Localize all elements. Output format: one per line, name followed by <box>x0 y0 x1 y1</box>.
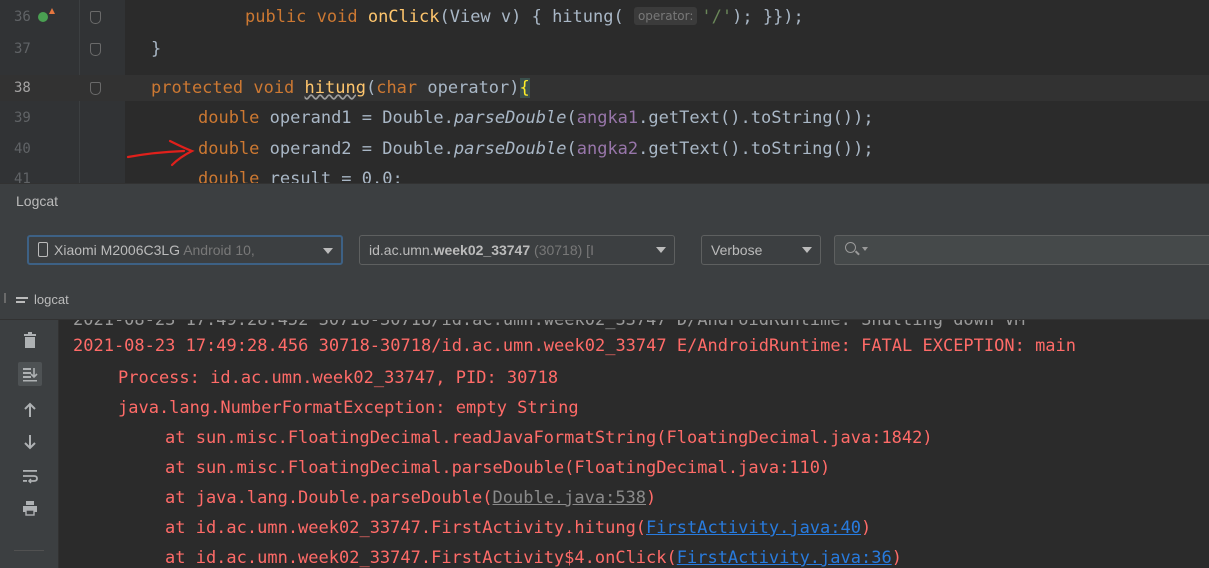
log-level-selector[interactable]: Verbose <box>701 235 821 265</box>
logcat-toolbar: Xiaomi M2006C3LG Android 10, id.ac.umn.w… <box>0 219 1209 281</box>
logcat-search-input[interactable] <box>834 235 1209 265</box>
logcat-title: Logcat <box>16 193 59 209</box>
scroll-to-end-icon[interactable] <box>18 362 42 386</box>
override-arrow-icon <box>49 8 55 14</box>
fold-icon[interactable] <box>90 43 101 56</box>
toolbar-divider <box>14 550 44 551</box>
code-text: protected void hitung(char operator){ <box>151 78 530 98</box>
stacktrace-line: at id.ac.umn.week02_33747.FirstActivity$… <box>165 548 902 568</box>
source-link[interactable]: Double.java:538 <box>493 488 647 508</box>
stacktrace-line: at java.lang.Double.parseDouble(Double.j… <box>165 488 657 508</box>
line-number: 40 <box>14 141 31 157</box>
parameter-hint: operator: <box>633 7 698 25</box>
stacktrace-line: at sun.misc.FloatingDecimal.parseDouble(… <box>165 458 831 478</box>
line-number: 38 <box>14 80 31 96</box>
chevron-down-icon <box>656 247 666 253</box>
soft-wrap-icon[interactable] <box>20 466 40 486</box>
line-number: 37 <box>14 41 31 57</box>
logcat-tab[interactable]: logcat <box>34 292 69 307</box>
code-text: double result = 0.0; <box>198 169 403 183</box>
override-icon[interactable] <box>38 12 48 22</box>
search-history-caret-icon[interactable] <box>862 247 868 251</box>
code-text: double operand2 = Double.parseDouble(ang… <box>198 139 874 159</box>
stacktrace-line: at id.ac.umn.week02_33747.FirstActivity.… <box>165 518 872 538</box>
log-line: 2021-08-23 17:49:28.452 30718-30718/id.a… <box>73 320 1025 330</box>
up-arrow-icon[interactable] <box>20 400 40 420</box>
stacktrace-line: at sun.misc.FloatingDecimal.readJavaForm… <box>165 428 933 448</box>
process-selector[interactable]: id.ac.umn.week02_33747 (30718) [I <box>359 235 675 265</box>
trash-icon[interactable] <box>20 330 40 350</box>
log-line-fatal: 2021-08-23 17:49:28.456 30718-30718/id.a… <box>73 336 1077 356</box>
logcat-tab-bar: logcat <box>0 281 1209 320</box>
line-number: 39 <box>14 110 31 126</box>
print-icon[interactable] <box>20 498 40 518</box>
code-line-41[interactable]: 41 double result = 0.0; <box>0 166 1209 183</box>
fold-icon[interactable] <box>90 82 101 95</box>
logcat-output[interactable]: 2021-08-23 17:49:28.452 30718-30718/id.a… <box>59 320 1209 568</box>
chevron-down-icon <box>323 248 333 254</box>
down-arrow-icon[interactable] <box>20 432 40 452</box>
red-arrow-annotation <box>126 139 195 167</box>
device-selector[interactable]: Xiaomi M2006C3LG Android 10, <box>27 235 343 265</box>
line-number: 36 <box>14 9 31 25</box>
chevron-down-icon <box>802 247 812 253</box>
code-text: public void onClick(View v) { hitung( op… <box>245 7 804 27</box>
code-line-37[interactable]: 37 } <box>0 36 1209 62</box>
fold-icon[interactable] <box>90 11 101 24</box>
logcat-panel-header[interactable]: Logcat <box>0 183 1209 220</box>
log-line-exception: java.lang.NumberFormatException: empty S… <box>118 398 579 418</box>
source-link[interactable]: FirstActivity.java:40 <box>646 518 861 538</box>
line-number: 41 <box>14 171 31 183</box>
code-line-36[interactable]: 36 public void onClick(View v) { hitung(… <box>0 4 1209 30</box>
code-editor[interactable]: 36 public void onClick(View v) { hitung(… <box>0 0 1209 183</box>
code-line-38[interactable]: 38 protected void hitung(char operator){ <box>0 75 1209 101</box>
code-text: double operand1 = Double.parseDouble(ang… <box>198 108 874 128</box>
logcat-lines-icon <box>16 297 28 305</box>
code-text: } <box>151 39 162 59</box>
edge-mark <box>4 293 6 303</box>
phone-icon <box>38 242 48 257</box>
code-line-39[interactable]: 39 double operand1 = Double.parseDouble(… <box>0 105 1209 131</box>
source-link[interactable]: FirstActivity.java:36 <box>677 548 892 568</box>
log-line-process: Process: id.ac.umn.week02_33747, PID: 30… <box>118 368 559 388</box>
logcat-side-toolbar <box>0 320 59 568</box>
